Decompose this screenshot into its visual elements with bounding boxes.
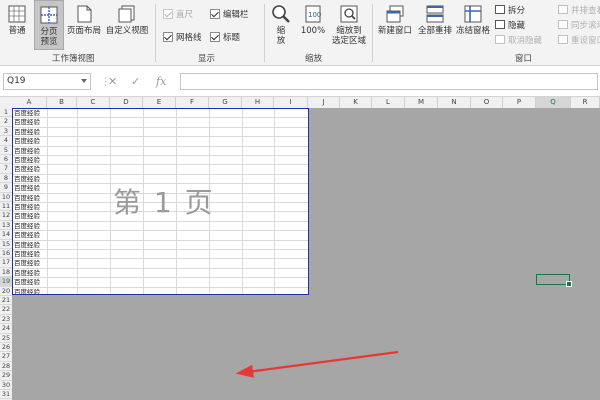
hide-icon — [495, 20, 505, 29]
freeze-panes-button[interactable]: 冻结窗格 — [455, 0, 491, 50]
page-break-preview-icon — [39, 5, 59, 25]
magnifier-icon — [271, 4, 291, 24]
zoom-group-label: 缩放 — [305, 54, 323, 64]
custom-views-icon — [117, 4, 137, 24]
new-window-icon — [385, 4, 405, 24]
freeze-panes-icon — [463, 4, 483, 24]
group-separator — [155, 4, 156, 62]
page-layout-icon — [74, 4, 94, 24]
red-arrow-line — [235, 350, 399, 378]
formula-bar-checkbox[interactable]: 编辑栏 — [210, 8, 249, 20]
normal-view-icon — [7, 4, 27, 24]
ribbon: 普通 分页 预览 页面布局 自定义视图 工作簿视图 直尺 编辑栏 网格线 标题 … — [0, 0, 600, 66]
arrange-all-button[interactable]: 全部重排 — [416, 0, 454, 50]
formula-input[interactable] — [180, 73, 598, 90]
show-group-label: 显示 — [198, 54, 216, 64]
page-break-preview-button[interactable]: 分页 预览 — [34, 0, 64, 50]
workbook-views-group-label: 工作簿视图 — [52, 54, 95, 64]
unhide-icon — [495, 35, 505, 44]
new-window-button[interactable]: 新建窗口 — [376, 0, 414, 50]
zoom-to-selection-button[interactable]: 缩放到 选定区域 — [330, 0, 368, 50]
split-icon — [495, 5, 505, 14]
gridlines-checkbox[interactable]: 网格线 — [163, 31, 202, 43]
formula-bar: Q19 ⋮ ✕ ✓ fx — [0, 66, 600, 97]
custom-views-button[interactable]: 自定义视图 — [104, 0, 150, 50]
hide-button[interactable]: 隐藏 — [495, 18, 525, 31]
name-box[interactable]: Q19 — [3, 73, 91, 90]
annotation-arrow — [235, 350, 399, 378]
group-separator — [264, 4, 265, 62]
unhide-button[interactable]: 取消隐藏 — [495, 33, 542, 46]
checkbox-icon — [210, 32, 220, 42]
synchronous-scrolling-button[interactable]: 同步滚动 — [558, 18, 600, 31]
arrange-all-icon — [425, 4, 445, 24]
page-layout-button[interactable]: 页面布局 — [66, 0, 102, 50]
checkbox-icon — [163, 32, 173, 42]
headings-checkbox[interactable]: 标题 — [210, 31, 240, 43]
checkbox-icon — [210, 9, 220, 19]
enter-icon[interactable]: ✓ — [131, 75, 140, 88]
zoom-button[interactable]: 缩 放 — [268, 0, 294, 50]
svg-text:100: 100 — [308, 11, 321, 19]
view-side-by-side-button[interactable]: 并排查看 — [558, 3, 600, 16]
chevron-down-icon[interactable] — [81, 79, 87, 83]
group-separator — [372, 4, 373, 62]
side-by-side-icon — [558, 5, 568, 14]
reset-window-icon — [558, 35, 568, 44]
checkbox-icon — [163, 9, 173, 19]
sync-scroll-icon — [558, 20, 568, 29]
normal-view-button[interactable]: 普通 — [2, 0, 32, 50]
zoom-100-icon: 100 — [303, 4, 323, 24]
reset-window-position-button[interactable]: 重设窗口位置 — [558, 33, 600, 46]
split-button[interactable]: 拆分 — [495, 3, 525, 16]
ruler-checkbox[interactable]: 直尺 — [163, 8, 193, 20]
window-group-label: 窗口 — [515, 54, 533, 64]
cancel-icon[interactable]: ✕ — [108, 75, 117, 88]
zoom-to-selection-icon — [339, 4, 359, 24]
worksheet-area[interactable]: ABCDEFGHIJKLMNOPQR 1 2 3 4 5 6 7 8 9 10 11 12 13 14 15… — [0, 97, 600, 400]
zoom-100-button[interactable]: 100 100% — [297, 0, 329, 50]
insert-function-icon[interactable]: fx — [156, 75, 166, 88]
